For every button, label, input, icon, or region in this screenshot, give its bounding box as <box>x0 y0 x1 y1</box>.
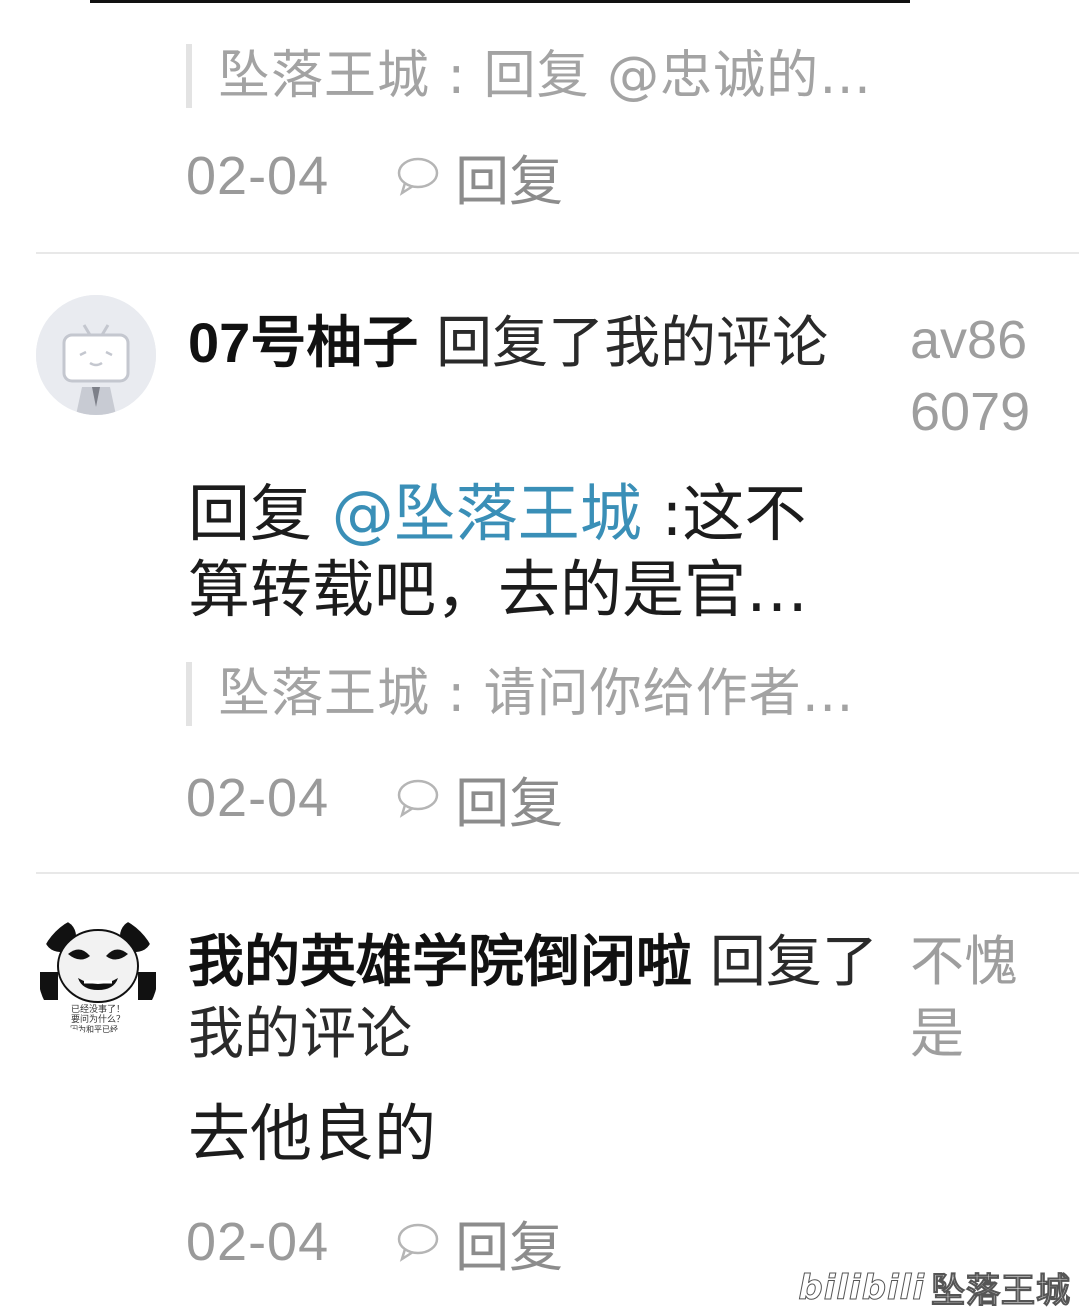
comment-body[interactable]: 回复 @坠落王城 :这不算转载吧，去的是官… <box>188 476 868 628</box>
reply-prefix: 回复 <box>188 477 332 550</box>
speech-bubble-icon <box>397 779 439 818</box>
username[interactable]: 我的英雄学院倒闭啦 <box>188 930 692 993</box>
quoted-comment[interactable]: 坠落王城 : 回复 @忠诚的… <box>186 44 872 108</box>
notification-header: 我的英雄学院倒闭啦 回复了我的评论 <box>188 926 888 1071</box>
divider <box>36 252 1079 254</box>
bilibili-watermark: bilibili 坠落王城 <box>798 1263 1071 1312</box>
reply-button[interactable]: 回复 <box>395 1203 563 1282</box>
comment-meta: 02-04 回复 <box>186 1210 563 1279</box>
top-edge-line <box>90 0 910 3</box>
svg-text:要问为什么？: 要问为什么？ <box>71 1013 125 1025</box>
speech-bubble-icon <box>397 1223 439 1262</box>
watermark-user: 坠落王城 <box>931 1271 1071 1312</box>
mention-link[interactable]: @坠落王城 <box>332 477 642 550</box>
comment-meta: 02-04 回复 <box>186 144 563 213</box>
comment-date: 02-04 <box>186 1212 330 1272</box>
comment-meta: 02-04 回复 <box>186 766 563 835</box>
default-tv-avatar-icon <box>36 295 156 415</box>
reply-button[interactable]: 回复 <box>395 137 563 216</box>
bilibili-logo: bilibili <box>798 1267 925 1308</box>
reply-label: 回复 <box>455 771 564 835</box>
reply-label: 回复 <box>455 1215 564 1279</box>
username[interactable]: 07号柚子 <box>188 311 418 374</box>
comment-body[interactable]: 去他良的 <box>188 1096 868 1172</box>
user-avatar[interactable] <box>36 295 156 415</box>
notification-header: 07号柚子 回复了我的评论 <box>188 307 868 380</box>
panda-meme-avatar-icon: 已经没事了！ 要问为什么？ 因为和平已经… <box>38 914 158 1034</box>
comment-date: 02-04 <box>186 768 330 828</box>
user-avatar[interactable]: 已经没事了！ 要问为什么？ 因为和平已经… <box>38 914 158 1034</box>
source-link[interactable]: 不愧是 <box>910 926 1030 1070</box>
divider <box>36 872 1079 874</box>
comment-date: 02-04 <box>186 146 330 206</box>
quoted-comment[interactable]: 坠落王城 : 请问你给作者… <box>186 662 855 726</box>
action-text: 回复了我的评论 <box>436 311 829 376</box>
video-id-link[interactable]: av866079 <box>910 304 1050 448</box>
reply-label: 回复 <box>455 149 564 213</box>
speech-bubble-icon <box>397 157 439 196</box>
reply-button[interactable]: 回复 <box>395 759 563 838</box>
svg-text:已经没事了！: 已经没事了！ <box>71 1003 125 1015</box>
svg-text:因为和平已经…: 因为和平已经… <box>70 1024 126 1034</box>
